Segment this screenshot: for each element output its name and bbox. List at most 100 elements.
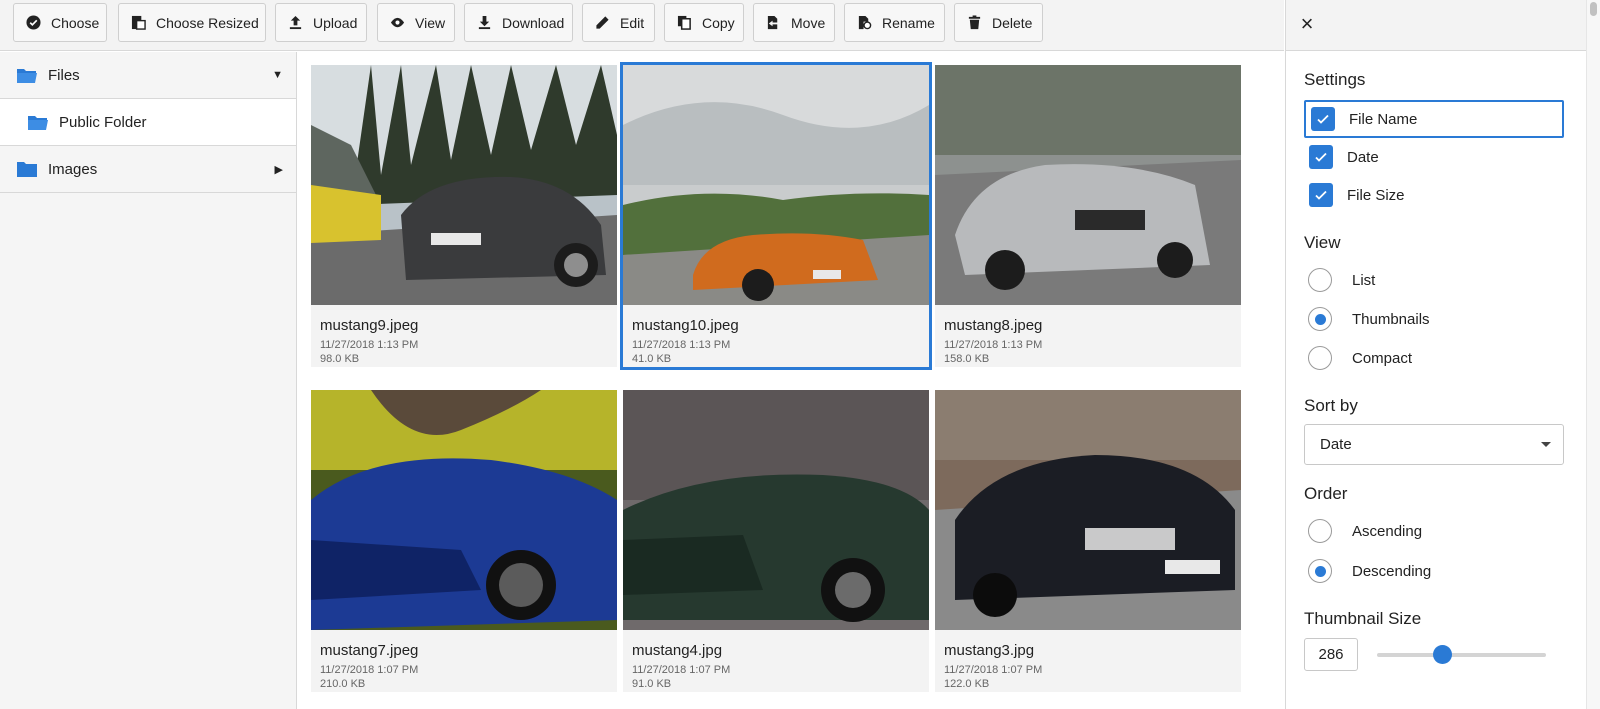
download-button[interactable]: Download [464,3,573,42]
tree-item-label: Files [48,66,80,84]
choose-label: Choose [51,14,100,31]
file-card[interactable]: mustang7.jpeg 11/27/2018 1:07 PM 210.0 K… [311,390,617,692]
checkbox-checked-icon [1311,107,1335,131]
file-name: mustang9.jpeg [320,317,419,334]
file-size: 91.0 KB [632,678,672,690]
scrollbar-thumb[interactable] [1590,2,1597,16]
file-size: 210.0 KB [320,678,366,690]
radio-order-ascending[interactable]: Ascending [1308,516,1548,546]
trash-icon [967,15,982,31]
checkbox-file-size[interactable]: File Size [1304,176,1564,214]
radio-selected-icon [1308,307,1332,331]
pencil-icon [595,15,610,31]
settings-panel: × Settings File Name Date File Size View… [1285,0,1587,709]
checkbox-label: Date [1347,148,1379,166]
download-label: Download [502,14,565,31]
thumbnail-image [935,390,1241,630]
copy-button[interactable]: Copy [664,3,744,42]
copy-icon [677,15,692,31]
panel-header: × [1286,0,1587,51]
close-icon[interactable]: × [1295,12,1319,36]
tree-item-files[interactable]: Files ▼ [0,52,296,99]
file-date: 11/27/2018 1:07 PM [320,664,419,676]
view-button[interactable]: View [377,3,455,42]
checkbox-checked-icon [1309,145,1333,169]
file-card[interactable]: mustang4.jpg 11/27/2018 1:07 PM 91.0 KB [623,390,929,692]
choose-resized-button[interactable]: Choose Resized [118,3,266,42]
upload-icon [288,15,303,31]
file-name: mustang7.jpeg [320,642,419,659]
thumbnail-image [935,65,1241,305]
order-title: Order [1304,484,1348,503]
thumbnail-image [311,390,617,630]
file-date: 11/27/2018 1:07 PM [632,664,731,676]
tree-item-label: Images [48,160,98,178]
move-button[interactable]: Move [753,3,835,42]
file-date: 11/27/2018 1:07 PM [944,664,1043,676]
chevron-down-icon[interactable]: ▼ [272,69,283,81]
sort-by-title: Sort by [1304,396,1358,415]
radio-icon [1308,519,1332,543]
file-card[interactable]: mustang10.jpeg 11/27/2018 1:13 PM 41.0 K… [620,62,932,370]
edit-button[interactable]: Edit [582,3,655,42]
file-card[interactable]: mustang9.jpeg 11/27/2018 1:13 PM 98.0 KB [311,65,617,367]
thumbnail-size-input[interactable]: 286 [1304,638,1358,671]
checkbox-label: File Name [1349,110,1418,128]
thumbnail-image [623,390,929,630]
scrollbar[interactable] [1586,0,1600,709]
check-circle-icon [26,15,41,31]
file-card[interactable]: mustang3.jpg 11/27/2018 1:07 PM 122.0 KB [935,390,1241,692]
view-title: View [1304,233,1341,252]
thumbnail-size-title: Thumbnail Size [1304,609,1422,628]
radio-view-compact[interactable]: Compact [1308,343,1548,373]
tree-item-public-folder[interactable]: Public Folder [0,99,296,146]
delete-button[interactable]: Delete [954,3,1043,42]
radio-order-descending[interactable]: Descending [1308,556,1548,586]
choose-button[interactable]: Choose [13,3,107,42]
file-name: mustang4.jpg [632,642,723,659]
checkbox-date[interactable]: Date [1304,138,1564,176]
sort-by-select[interactable]: Date [1304,424,1564,465]
copy-label: Copy [702,14,735,31]
sort-by-value: Date [1320,436,1352,453]
slider-handle[interactable] [1433,645,1453,664]
radio-label: List [1352,271,1376,289]
checkbox-checked-icon [1309,183,1333,207]
eye-icon [390,15,405,31]
rename-button[interactable]: Rename [844,3,945,42]
radio-label: Descending [1352,562,1432,580]
file-size: 158.0 KB [944,353,990,365]
tree-item-label: Public Folder [59,113,147,131]
view-label: View [415,14,446,31]
chevron-right-icon[interactable]: ▶ [275,163,283,176]
file-date: 11/27/2018 1:13 PM [632,339,731,351]
move-label: Move [791,14,826,31]
checkbox-file-name[interactable]: File Name [1304,100,1564,138]
folder-icon [17,162,37,177]
move-icon [766,15,781,31]
tree-item-images[interactable]: Images ▶ [0,146,296,193]
rename-icon [857,15,872,31]
radio-selected-icon [1308,559,1332,583]
file-grid: mustang9.jpeg 11/27/2018 1:13 PM 98.0 KB… [298,52,1284,709]
thumbnail-image [311,65,617,305]
radio-icon [1308,346,1332,370]
file-name: mustang3.jpg [944,642,1035,659]
file-card[interactable]: mustang8.jpeg 11/27/2018 1:13 PM 158.0 K… [935,65,1241,367]
radio-view-list[interactable]: List [1308,265,1548,295]
upload-button[interactable]: Upload [275,3,367,42]
thumbnail-image [623,65,929,305]
radio-view-thumbnails[interactable]: Thumbnails [1308,304,1548,334]
file-size: 98.0 KB [320,353,360,365]
rename-label: Rename [882,14,935,31]
radio-label: Compact [1352,349,1413,367]
delete-label: Delete [992,14,1033,31]
edit-label: Edit [620,14,645,31]
radio-label: Thumbnails [1352,310,1430,328]
thumbnail-size-slider[interactable] [1377,653,1546,657]
folder-tree: Files ▼ Public Folder Images ▶ [0,52,297,709]
file-size: 122.0 KB [944,678,990,690]
upload-label: Upload [313,14,358,31]
radio-icon [1308,268,1332,292]
download-icon [477,15,492,31]
